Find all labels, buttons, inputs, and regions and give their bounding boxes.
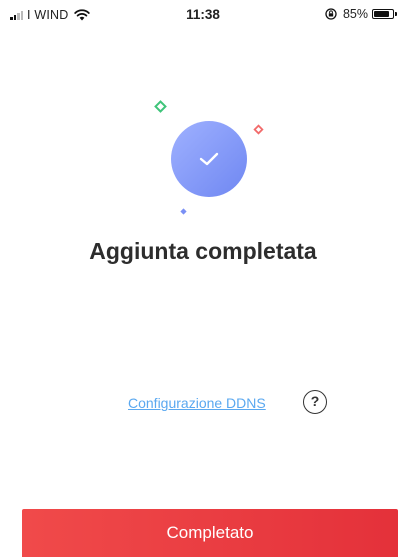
red-diamond-icon (253, 124, 264, 135)
question-icon[interactable]: ? (303, 390, 327, 414)
success-circle (171, 121, 247, 197)
page-title: Aggiunta completata (89, 238, 317, 264)
battery-icon (372, 9, 397, 19)
green-diamond-icon (154, 100, 167, 113)
ddns-config-link[interactable]: Configurazione DDNS (128, 395, 266, 411)
success-graphic (150, 96, 270, 221)
ddns-row: Configurazione DDNS ? (0, 390, 406, 416)
blue-diamond-icon (180, 208, 187, 215)
status-bar: I WIND 11:38 85% (0, 0, 406, 30)
battery-fill (374, 11, 389, 17)
check-icon (199, 152, 219, 166)
done-button[interactable]: Completato (22, 509, 398, 557)
rotation-lock-icon (325, 8, 337, 20)
status-right: 85% (325, 7, 397, 21)
battery-percent: 85% (342, 7, 368, 21)
